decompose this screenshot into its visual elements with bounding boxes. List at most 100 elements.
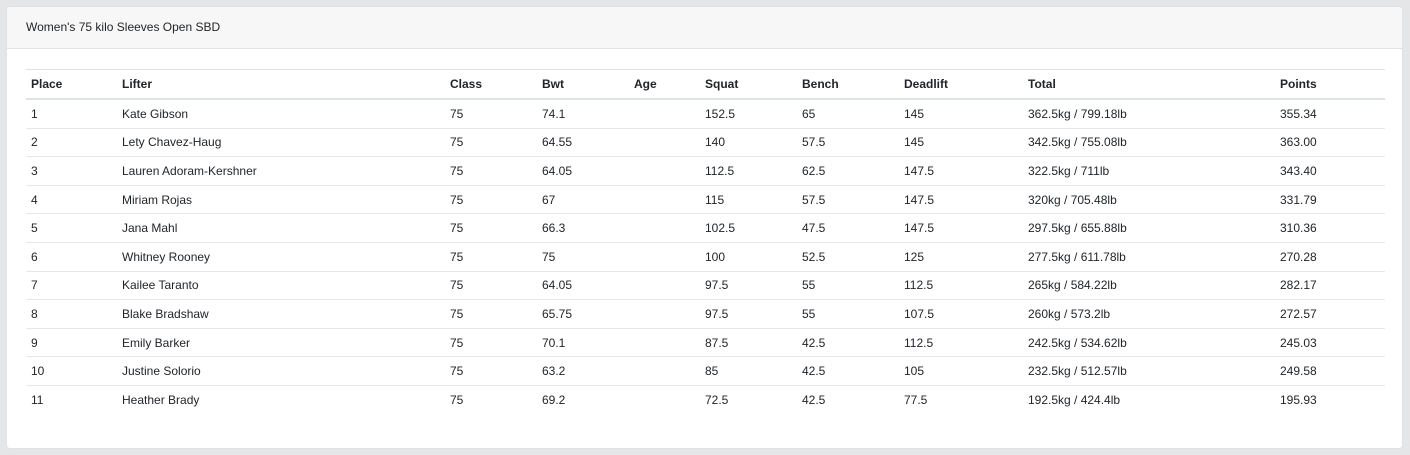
cell-squat: 100 xyxy=(700,241,797,272)
header-squat[interactable]: Squat xyxy=(700,70,797,100)
table-row: 7 Kailee Taranto 75 64.05 97.5 55 112.5 265kg /… xyxy=(26,270,1385,300)
table-row: 6 Whitney Rooney 75 75 100 52.5 125 277.5kg / 6… xyxy=(26,241,1385,272)
cell-bench: 57.5 xyxy=(797,184,899,214)
cell-lifter[interactable]: Kate Gibson xyxy=(117,99,445,128)
cell-lifter[interactable]: Blake Bradshaw xyxy=(117,299,445,329)
table-row: 5 Jana Mahl 75 66.3 102.5 47.5 147.5 297.5kg / … xyxy=(26,213,1385,243)
table-row: 1 Kate Gibson 75 74.1 152.5 65 145 362.5kg / 79… xyxy=(26,99,1385,128)
header-points[interactable]: Points xyxy=(1275,70,1385,100)
cell-total: 232.5kg / 512.57lb xyxy=(1023,356,1275,386)
cell-class: 75 xyxy=(445,184,537,214)
cell-age xyxy=(629,127,700,157)
cell-lifter[interactable]: Whitney Rooney xyxy=(117,241,445,272)
cell-lifter[interactable]: Kailee Taranto xyxy=(117,270,445,300)
cell-squat: 97.5 xyxy=(700,299,797,329)
cell-total: 265kg / 584.22lb xyxy=(1023,270,1275,300)
cell-place: 8 xyxy=(26,299,117,329)
cell-age xyxy=(629,156,700,186)
division-title: Women's 75 kilo Sleeves Open SBD xyxy=(26,20,221,34)
cell-bwt: 70.1 xyxy=(537,327,629,357)
cell-squat: 115 xyxy=(700,184,797,214)
cell-lifter[interactable]: Miriam Rojas xyxy=(117,184,445,214)
cell-points: 331.79 xyxy=(1275,184,1385,214)
header-bwt[interactable]: Bwt xyxy=(537,70,629,100)
cell-class: 75 xyxy=(445,327,537,357)
cell-deadlift: 145 xyxy=(904,106,925,121)
card-body: Place Lifter Class Bwt Age Squat Bench D… xyxy=(7,49,1402,414)
header-lifter[interactable]: Lifter xyxy=(117,70,445,100)
cell-deadlift: 105 xyxy=(899,356,1023,386)
cell-points: 363.00 xyxy=(1275,127,1385,157)
cell-lifter[interactable]: Lauren Adoram-Kershner xyxy=(117,156,445,186)
cell-place: 5 xyxy=(26,213,117,243)
cell-squat: 112.5 xyxy=(700,156,797,186)
cell-points: 270.28 xyxy=(1275,241,1385,272)
cell-deadlift: 125 xyxy=(899,241,1023,272)
cell-bwt: 74.1 xyxy=(542,106,566,121)
cell-class: 75 xyxy=(445,127,537,157)
table-header: Place Lifter Class Bwt Age Squat Bench D… xyxy=(26,69,1385,100)
cell-squat: 72.5 xyxy=(700,384,797,414)
cell-class: 75 xyxy=(445,270,537,300)
cell-total: 322.5kg / 711lb xyxy=(1023,156,1275,186)
cell-class: 75 xyxy=(445,299,537,329)
cell-bench: 55 xyxy=(797,299,899,329)
cell-points: 195.93 xyxy=(1275,384,1385,414)
cell-class: 75 xyxy=(450,106,464,121)
cell-points: 245.03 xyxy=(1275,327,1385,357)
cell-age xyxy=(629,184,700,214)
cell-bwt: 69.2 xyxy=(537,384,629,414)
cell-class: 75 xyxy=(445,213,537,243)
cell-age xyxy=(629,241,700,272)
cell-place: 2 xyxy=(26,127,117,157)
cell-lifter[interactable]: Jana Mahl xyxy=(117,213,445,243)
cell-lifter[interactable]: Heather Brady xyxy=(117,384,445,414)
cell-bench: 55 xyxy=(797,270,899,300)
cell-age xyxy=(629,356,700,386)
cell-total: 277.5kg / 611.78lb xyxy=(1023,241,1275,272)
header-row: Place Lifter Class Bwt Age Squat Bench D… xyxy=(26,69,1385,100)
header-deadlift[interactable]: Deadlift xyxy=(899,70,1023,100)
header-class[interactable]: Class xyxy=(445,70,537,100)
cell-bench: 57.5 xyxy=(797,127,899,157)
cell-bwt: 64.55 xyxy=(537,127,629,157)
table-row: 10 Justine Solorio 75 63.2 85 42.5 105 232.5kg … xyxy=(26,356,1385,386)
cell-lifter[interactable]: Justine Solorio xyxy=(117,356,445,386)
cell-deadlift: 107.5 xyxy=(899,299,1023,329)
cell-deadlift: 147.5 xyxy=(899,213,1023,243)
cell-points: 355.34 xyxy=(1280,106,1317,121)
cell-points: 282.17 xyxy=(1275,270,1385,300)
cell-squat: 97.5 xyxy=(700,270,797,300)
cell-total: 260kg / 573.2lb xyxy=(1023,299,1275,329)
cell-squat: 152.5 xyxy=(705,106,736,121)
cell-bwt: 64.05 xyxy=(537,156,629,186)
cell-lifter[interactable]: Lety Chavez-Haug xyxy=(117,127,445,157)
header-total[interactable]: Total xyxy=(1023,70,1275,100)
cell-bench: 42.5 xyxy=(797,356,899,386)
cell-total: 192.5kg / 424.4lb xyxy=(1023,384,1275,414)
cell-total: 342.5kg / 755.08lb xyxy=(1023,127,1275,157)
cell-place: 7 xyxy=(26,270,117,300)
cell-class: 75 xyxy=(445,356,537,386)
cell-points: 343.40 xyxy=(1275,156,1385,186)
cell-squat: 140 xyxy=(700,127,797,157)
cell-place: 4 xyxy=(26,184,117,214)
cell-bench: 47.5 xyxy=(797,213,899,243)
cell-points: 310.36 xyxy=(1275,213,1385,243)
header-bench[interactable]: Bench xyxy=(797,70,899,100)
table-row: 2 Lety Chavez-Haug 75 64.55 140 57.5 145 342.5k… xyxy=(26,127,1385,157)
header-age[interactable]: Age xyxy=(629,70,700,100)
cell-bwt: 67 xyxy=(537,184,629,214)
cell-points: 249.58 xyxy=(1275,356,1385,386)
cell-age xyxy=(629,299,700,329)
cell-age xyxy=(629,327,700,357)
cell-age xyxy=(629,99,700,128)
cell-lifter[interactable]: Emily Barker xyxy=(117,327,445,357)
table-row: 4 Miriam Rojas 75 67 115 57.5 147.5 320kg / 705… xyxy=(26,184,1385,214)
cell-class: 75 xyxy=(445,241,537,272)
cell-deadlift: 112.5 xyxy=(899,270,1023,300)
header-place[interactable]: Place xyxy=(26,70,117,100)
cell-place: 3 xyxy=(26,156,117,186)
table-row: 3 Lauren Adoram-Kershner 75 64.05 112.5 62.5 1… xyxy=(26,156,1385,186)
cell-deadlift: 145 xyxy=(899,127,1023,157)
